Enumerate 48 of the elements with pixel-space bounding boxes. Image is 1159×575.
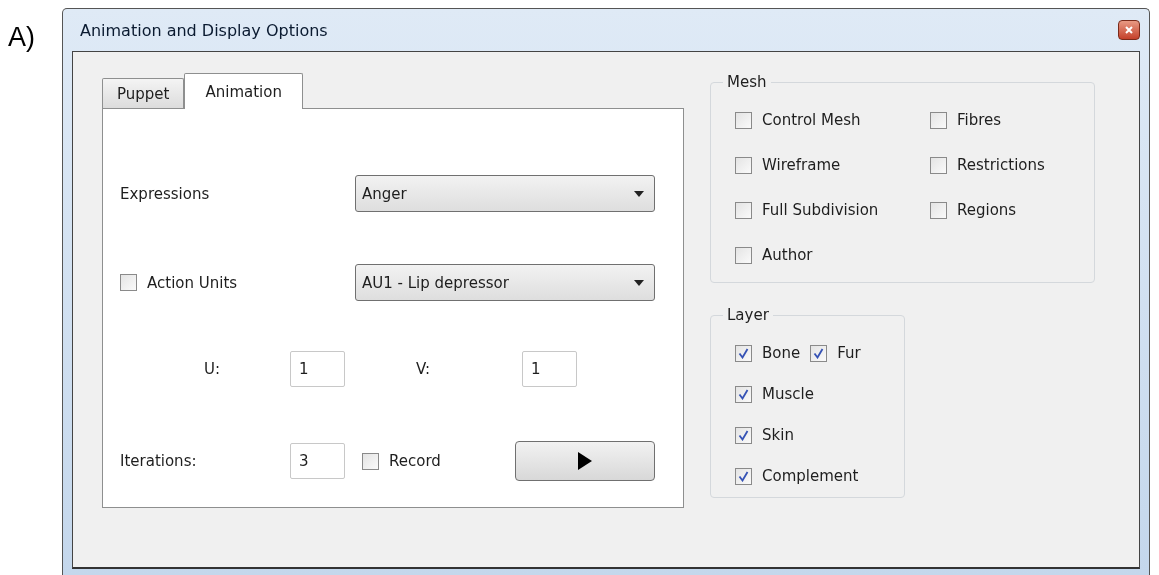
close-icon xyxy=(1125,26,1133,34)
checkbox-label: Full Subdivision xyxy=(762,201,879,219)
play-icon xyxy=(578,452,592,470)
checkbox-label: Complement xyxy=(762,467,859,485)
field-label: U: xyxy=(202,360,220,378)
checkbox[interactable] xyxy=(120,274,137,291)
checkbox-label: Muscle xyxy=(762,385,814,403)
checkbox[interactable] xyxy=(735,467,752,485)
checkbox-label: Fur xyxy=(837,344,861,362)
checkbox-label: Regions xyxy=(957,201,1017,219)
field-label: Iterations: xyxy=(120,452,198,470)
checkbox[interactable] xyxy=(362,452,379,470)
field-label: Expressions xyxy=(120,184,211,203)
dropdown[interactable]: Anger xyxy=(355,175,655,212)
close-button[interactable] xyxy=(1118,20,1140,40)
checkbox-label: Action Units xyxy=(147,273,238,292)
checkbox[interactable] xyxy=(930,201,947,219)
checkbox-label: Wireframe xyxy=(762,156,841,174)
checkbox-label: Record xyxy=(389,452,441,470)
figure-label: A) xyxy=(8,22,35,52)
checkbox[interactable] xyxy=(735,344,752,362)
checkbox[interactable] xyxy=(735,111,752,129)
checkbox[interactable] xyxy=(930,156,947,174)
checkbox-label: Restrictions xyxy=(957,156,1045,174)
checkbox[interactable] xyxy=(810,344,828,362)
input-field[interactable]: 1 xyxy=(290,351,345,387)
group-title: Layer xyxy=(723,306,773,324)
checkbox-label: Fibres xyxy=(957,111,1002,129)
checkbox[interactable] xyxy=(735,426,752,444)
tab[interactable]: Animation xyxy=(184,73,303,109)
checkbox[interactable] xyxy=(735,385,752,403)
checkbox[interactable] xyxy=(735,156,752,174)
tab[interactable]: Puppet xyxy=(102,78,185,108)
caret-icon xyxy=(634,190,644,197)
checkbox-label: Skin xyxy=(762,426,794,444)
checkbox[interactable] xyxy=(735,201,752,219)
caret-icon xyxy=(634,279,644,286)
input-field[interactable]: 3 xyxy=(290,443,345,479)
checkbox-label: Bone xyxy=(762,344,801,362)
dropdown[interactable]: AU1 - Lip depressor xyxy=(355,264,655,301)
field-label: V: xyxy=(414,360,430,378)
checkbox-label: Author xyxy=(762,246,813,264)
checkbox[interactable] xyxy=(735,246,752,264)
play-button[interactable] xyxy=(515,441,655,481)
checkbox[interactable] xyxy=(930,111,947,129)
checkbox-label: Control Mesh xyxy=(762,111,861,129)
window-title: Animation and Display Options xyxy=(80,20,328,40)
input-field[interactable]: 1 xyxy=(522,351,577,387)
